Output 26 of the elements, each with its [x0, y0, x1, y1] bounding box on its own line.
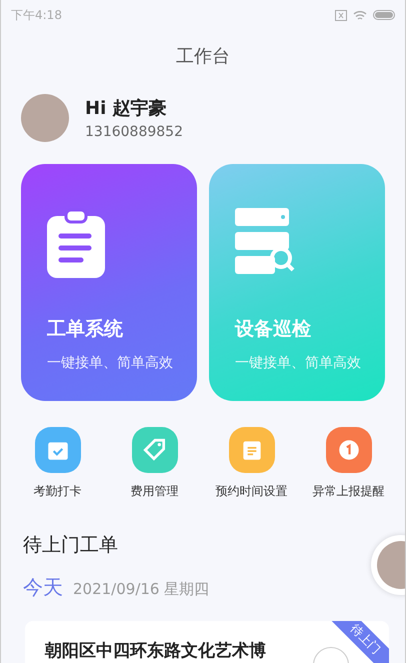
shortcut-label: 异常上报提醒: [312, 483, 384, 500]
user-greeting: Hi 赵宇豪: [85, 97, 168, 120]
card-title: 工单系统: [47, 317, 124, 342]
card-title: 设备巡检: [235, 317, 312, 342]
section-title: 待上门工单: [22, 533, 119, 558]
page-title: 工作台: [175, 45, 231, 69]
status-time: 下午4:18: [11, 6, 62, 24]
date-label: 2021/09/16 星期四: [73, 580, 210, 599]
alert-icon[interactable]: [326, 427, 372, 473]
tag-icon[interactable]: [132, 427, 178, 473]
shortcut-label: 费用管理: [130, 483, 178, 500]
note-icon[interactable]: [228, 427, 274, 473]
shortcut-label: 考勤打卡: [34, 483, 82, 500]
feature-card[interactable]: 工单系统 一键接单、简单高效: [21, 164, 197, 401]
shortcut-label: 预约时间设置: [216, 483, 288, 500]
card-subtitle: 一键接单、简单高效: [235, 354, 362, 372]
avatar: [21, 94, 69, 142]
wifi-icon: [353, 10, 367, 20]
day-label: 今天: [23, 574, 63, 601]
order-address: 朝阳区中四环东路文化艺术博: [45, 640, 266, 662]
no-sim-icon: [335, 10, 347, 20]
card-subtitle: 一键接单、简单高效: [47, 354, 174, 372]
user-phone: 13160889852: [85, 124, 183, 140]
battery-icon: [373, 10, 395, 20]
calendar-icon[interactable]: [34, 427, 80, 473]
order-card[interactable]: 朝阳区中四环东路文化艺术博 待上门: [25, 621, 389, 663]
